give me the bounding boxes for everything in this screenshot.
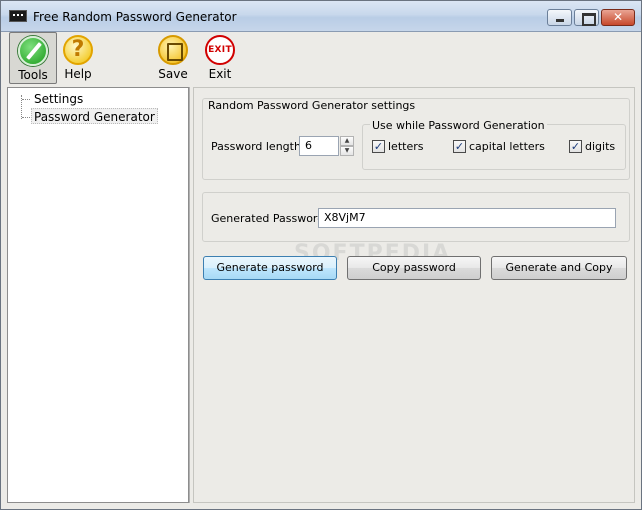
minimize-button[interactable] — [547, 9, 572, 26]
save-icon — [158, 35, 188, 65]
save-label: Save — [158, 67, 188, 81]
splitter[interactable] — [189, 87, 192, 503]
window-title: Free Random Password Generator — [33, 10, 237, 24]
help-label: Help — [64, 67, 92, 81]
password-length-label: Password length — [211, 140, 301, 153]
navigation-tree[interactable]: Settings Password Generator — [7, 87, 189, 503]
help-icon: ? — [63, 35, 93, 65]
generate-password-button[interactable]: Generate password — [203, 256, 337, 280]
copy-password-button[interactable]: Copy password — [347, 256, 481, 280]
app-icon — [9, 10, 27, 22]
digits-label: digits — [585, 140, 616, 153]
tree-connector — [22, 117, 30, 118]
capital-letters-label: capital letters — [469, 140, 545, 153]
generated-password-field[interactable]: X8VjM7 — [318, 208, 616, 228]
pencil-icon — [18, 36, 48, 66]
settings-group-title: Random Password Generator settings — [206, 99, 418, 112]
letters-checkbox[interactable]: ✓ — [372, 140, 385, 153]
maximize-button[interactable] — [574, 9, 599, 26]
tools-button[interactable]: Tools — [9, 32, 57, 84]
letters-label: letters — [388, 140, 424, 153]
stepper-up-icon[interactable]: ▲ — [340, 136, 354, 146]
tree-item-settings[interactable]: Settings — [32, 91, 85, 107]
password-length-stepper[interactable]: 6 ▲ ▼ — [299, 136, 354, 156]
tree-item-password-generator[interactable]: Password Generator — [31, 108, 158, 124]
generate-and-copy-button[interactable]: Generate and Copy — [491, 256, 627, 280]
tree-connector — [22, 99, 30, 100]
exit-label: Exit — [208, 67, 232, 81]
save-button[interactable]: Save — [153, 32, 193, 84]
settings-panel: Random Password Generator settings Passw… — [193, 87, 635, 503]
app-window: Free Random Password Generator Tools ? H… — [0, 0, 642, 510]
exit-button[interactable]: EXIT Exit — [199, 32, 241, 84]
generated-password-label: Generated Password: — [211, 212, 328, 225]
digits-checkbox[interactable]: ✓ — [569, 140, 582, 153]
password-length-input[interactable]: 6 — [299, 136, 339, 156]
help-button[interactable]: ? Help — [57, 32, 99, 84]
tools-label: Tools — [18, 68, 48, 82]
use-group-title: Use while Password Generation — [370, 119, 547, 132]
exit-icon: EXIT — [205, 35, 235, 65]
stepper-buttons: ▲ ▼ — [340, 136, 354, 156]
toolbar: Tools ? Help Save EXIT Exit — [1, 32, 641, 86]
capital-letters-checkbox[interactable]: ✓ — [453, 140, 466, 153]
close-button[interactable] — [601, 9, 635, 26]
stepper-down-icon[interactable]: ▼ — [340, 146, 354, 156]
title-bar[interactable]: Free Random Password Generator — [1, 1, 641, 32]
